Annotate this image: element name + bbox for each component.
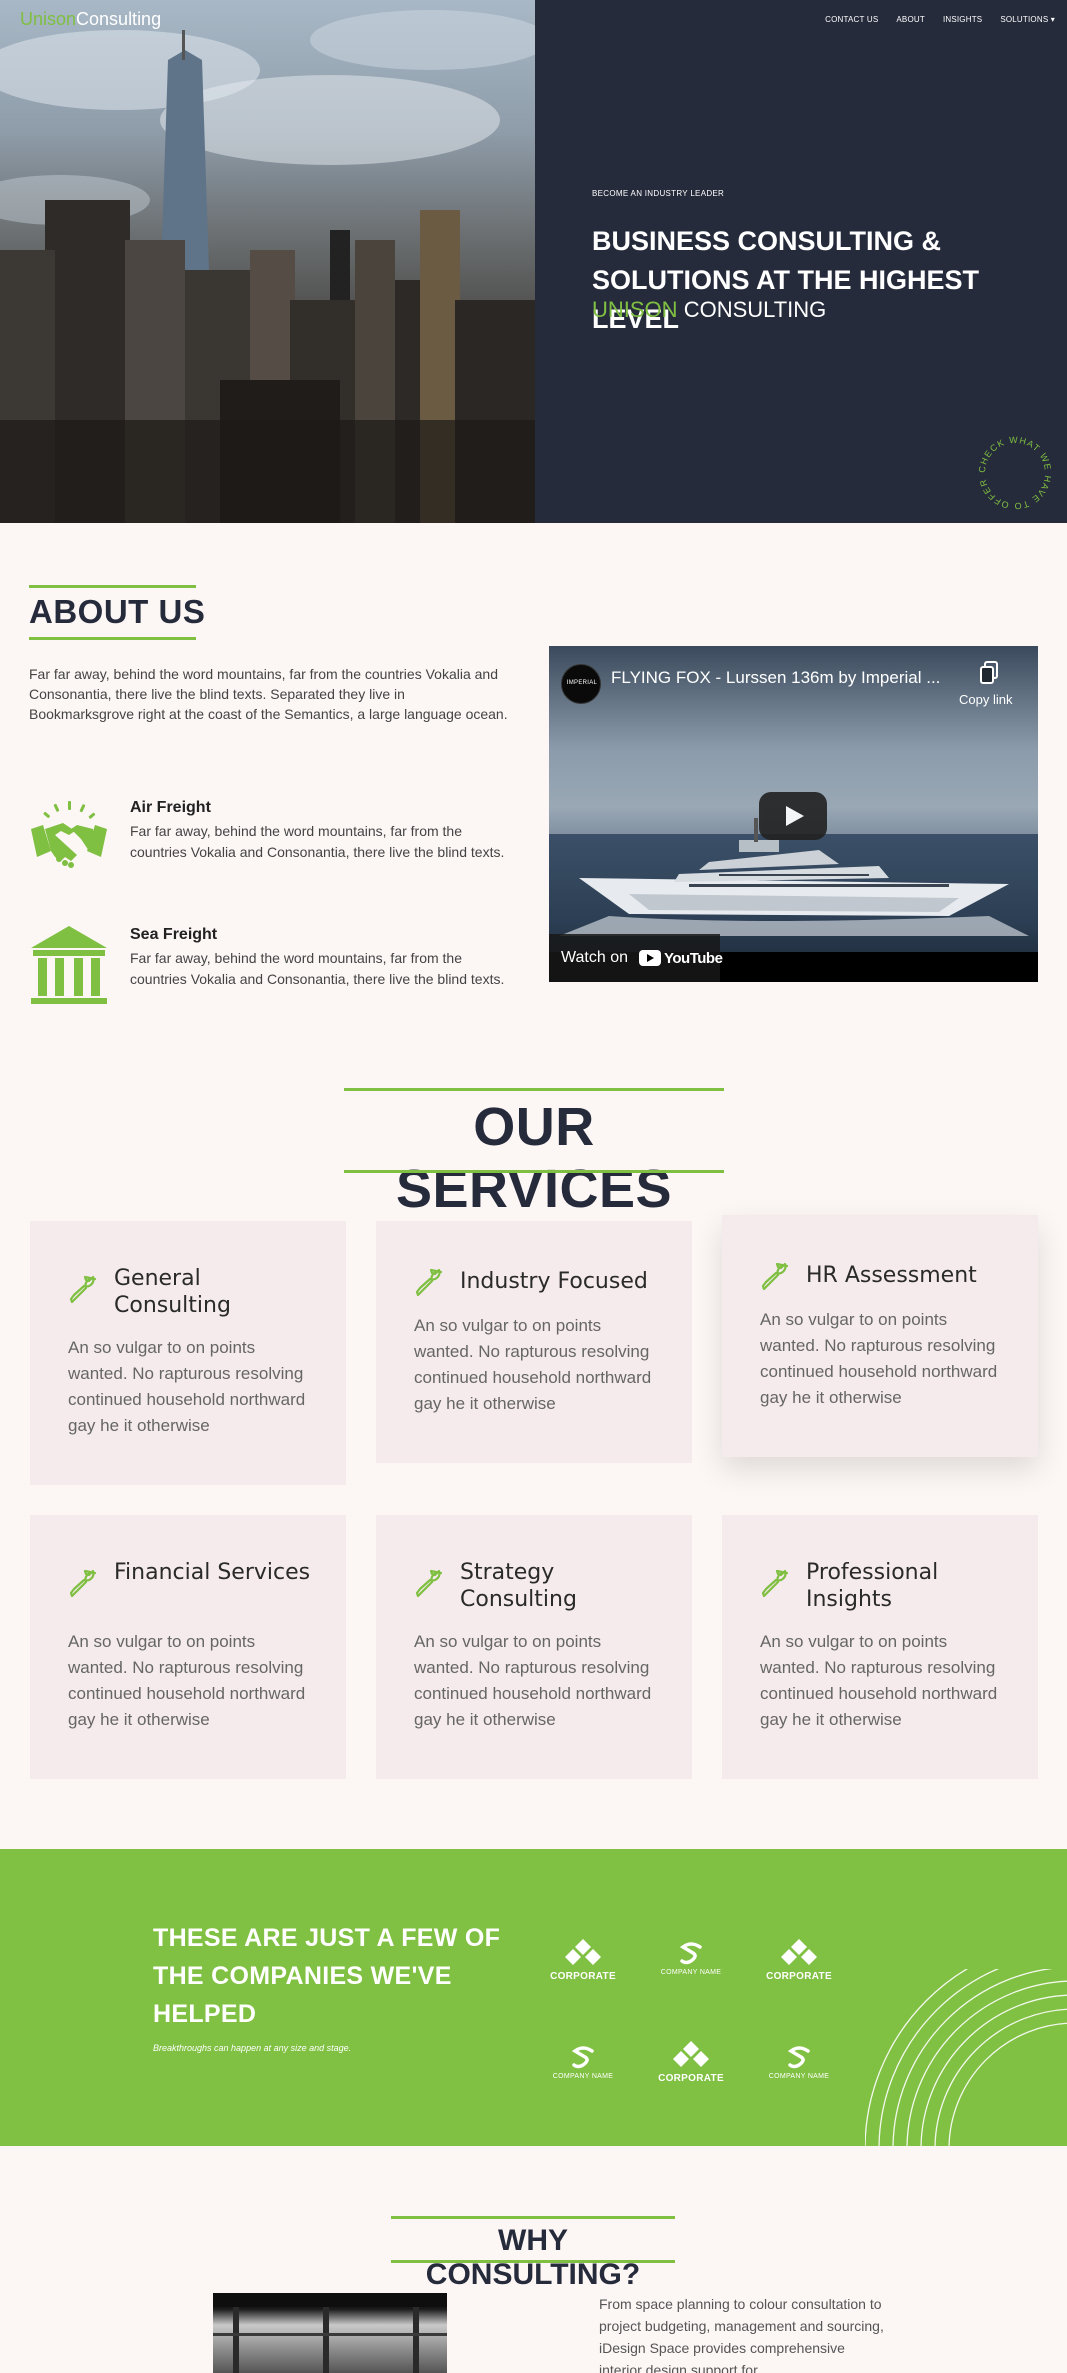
watch-on-label: Watch on bbox=[561, 949, 628, 966]
watch-on-youtube-button[interactable]: Watch on YouTube bbox=[549, 934, 723, 982]
scroll-offer-circle-link[interactable]: CHECK WHAT WE HAVE TO OFFER · bbox=[975, 433, 1055, 513]
service-card-professional-insights[interactable]: Professional Insights An so vulgar to on… bbox=[722, 1515, 1038, 1779]
s-swirl-logo-icon bbox=[787, 2046, 810, 2069]
services-rule-bottom bbox=[344, 1170, 724, 1173]
service-card-title: Industry Focused bbox=[460, 1269, 648, 1294]
youtube-logo: YouTube bbox=[639, 947, 723, 969]
service-card-title: Professional Insights bbox=[806, 1560, 939, 1612]
bank-icon bbox=[31, 926, 107, 1004]
why-interior-image bbox=[213, 2293, 447, 2373]
company-logo-label: COMPANY NAME bbox=[660, 1969, 722, 1976]
hero-city-image bbox=[0, 0, 535, 523]
nav-contact-us[interactable]: CONTACT US bbox=[825, 15, 878, 24]
diamond-logo-icon bbox=[673, 2041, 709, 2067]
company-logo-corporate: CORPORATE bbox=[754, 1939, 844, 1999]
wrench-icon bbox=[761, 1262, 789, 1291]
handshake-icon bbox=[31, 801, 107, 868]
company-logo-company-name: COMPANY NAME bbox=[754, 2045, 844, 2105]
company-logo-corporate: CORPORATE bbox=[646, 2041, 736, 2101]
service-card-title: Financial Services bbox=[114, 1560, 311, 1585]
feature-sea-freight-title: Sea Freight bbox=[130, 926, 218, 943]
why-rule-top bbox=[391, 2216, 675, 2219]
service-card-financial-services[interactable]: Financial Services An so vulgar to on po… bbox=[30, 1515, 346, 1779]
svg-text:CHECK WHAT WE HAVE TO OFFER ·: CHECK WHAT WE HAVE TO OFFER · bbox=[975, 433, 1053, 511]
company-logo-company-name: COMPANY NAME bbox=[538, 2045, 628, 2105]
brand-logo-second: Consulting bbox=[76, 9, 162, 29]
video-channel-name: IMPERIAL bbox=[566, 680, 598, 686]
service-card-text: An so vulgar to on points wanted. No rap… bbox=[414, 1316, 652, 1413]
copy-link-label[interactable]: Copy link bbox=[959, 692, 1012, 707]
youtube-video-embed[interactable]: IMPERIAL FLYING FOX - Lurssen 136m by Im… bbox=[549, 646, 1038, 982]
service-card-title: General Consulting bbox=[114, 1266, 231, 1318]
feature-air-freight-title: Air Freight bbox=[130, 799, 211, 816]
service-card-text: An so vulgar to on points wanted. No rap… bbox=[760, 1632, 998, 1729]
service-card-industry-focused[interactable]: Industry Focused An so vulgar to on poin… bbox=[376, 1221, 692, 1463]
service-card-general-consulting[interactable]: General Consulting An so vulgar to on po… bbox=[30, 1221, 346, 1485]
video-play-button[interactable] bbox=[759, 792, 827, 840]
youtube-wordmark: YouTube bbox=[664, 949, 723, 967]
feature-sea-freight-text: Far far away, behind the word mountains,… bbox=[130, 950, 505, 987]
wrench-icon bbox=[69, 1569, 97, 1598]
company-logo-company-name: COMPANY NAME bbox=[646, 1941, 736, 2001]
companies-section: THESE ARE JUST A FEW OF THE COMPANIES WE… bbox=[0, 1849, 1067, 2146]
s-swirl-logo-icon bbox=[571, 2046, 594, 2069]
feature-sea-freight: Sea Freight Far far away, behind the wor… bbox=[29, 926, 519, 1036]
hero-section: UnisonConsulting CONTACT US ABOUT INSIGH… bbox=[0, 0, 1067, 523]
wrench-icon bbox=[761, 1569, 789, 1598]
nav-solutions-dropdown[interactable]: SOLUTIONS ▾ bbox=[1000, 15, 1055, 24]
about-rule-top bbox=[29, 585, 196, 588]
main-nav: CONTACT US ABOUT INSIGHTS SOLUTIONS ▾ bbox=[825, 15, 1055, 24]
companies-subtitle: Breakthroughs can happen at any size and… bbox=[153, 2043, 352, 2053]
wrench-icon bbox=[69, 1275, 97, 1304]
service-card-strategy-consulting[interactable]: Strategy Consulting An so vulgar to on p… bbox=[376, 1515, 692, 1779]
company-logo-label: COMPANY NAME bbox=[768, 2073, 830, 2080]
hero-subtitle-green: UNISON bbox=[592, 297, 678, 322]
hero-subtitle-white: CONSULTING bbox=[683, 297, 827, 322]
company-logo-label: CORPORATE bbox=[766, 1971, 832, 1982]
company-logo-label: CORPORATE bbox=[550, 1971, 616, 1982]
companies-title: THESE ARE JUST A FEW OF THE COMPANIES WE… bbox=[153, 1924, 501, 2028]
why-title: WHY CONSULTING? bbox=[425, 2224, 641, 2291]
hero-subtitle: UNISON CONSULTING bbox=[592, 297, 826, 323]
decorative-arcs bbox=[865, 1969, 1067, 2146]
copy-link-icon[interactable] bbox=[979, 660, 1001, 686]
wrench-icon bbox=[415, 1569, 443, 1598]
hero-kicker: BECOME AN INDUSTRY LEADER bbox=[592, 189, 725, 198]
nav-about[interactable]: ABOUT bbox=[896, 15, 925, 24]
diamond-logo-icon bbox=[565, 1939, 601, 1965]
service-card-text: An so vulgar to on points wanted. No rap… bbox=[760, 1310, 998, 1407]
diamond-logo-icon bbox=[781, 1939, 817, 1965]
about-rule-bottom bbox=[29, 637, 196, 640]
service-card-text: An so vulgar to on points wanted. No rap… bbox=[68, 1632, 306, 1729]
service-card-text: An so vulgar to on points wanted. No rap… bbox=[68, 1338, 306, 1435]
s-swirl-logo-icon bbox=[679, 1942, 702, 1965]
brand-logo[interactable]: UnisonConsulting bbox=[20, 9, 161, 30]
why-text: From space planning to colour consultati… bbox=[599, 2296, 884, 2373]
circle-offer-text: CHECK WHAT WE HAVE TO OFFER · bbox=[975, 433, 1052, 511]
service-card-title: Strategy Consulting bbox=[460, 1560, 577, 1612]
brand-logo-first: Unison bbox=[20, 9, 77, 29]
service-card-hr-assessment[interactable]: HR Assessment An so vulgar to on points … bbox=[722, 1215, 1038, 1457]
video-channel-avatar[interactable]: IMPERIAL bbox=[561, 664, 601, 704]
services-title: OUR SERVICES bbox=[395, 1097, 673, 1219]
company-logo-label: COMPANY NAME bbox=[552, 2073, 614, 2080]
nav-insights[interactable]: INSIGHTS bbox=[943, 15, 982, 24]
wrench-icon bbox=[415, 1268, 443, 1297]
video-title[interactable]: FLYING FOX - Lurssen 136m by Imperial ..… bbox=[611, 668, 951, 688]
company-logo-label: CORPORATE bbox=[658, 2073, 724, 2084]
about-title: ABOUT US bbox=[29, 593, 206, 630]
service-card-text: An so vulgar to on points wanted. No rap… bbox=[414, 1632, 652, 1729]
feature-air-freight: Air Freight Far far away, behind the wor… bbox=[29, 799, 519, 909]
service-card-title: HR Assessment bbox=[806, 1263, 977, 1288]
company-logo-corporate: CORPORATE bbox=[538, 1939, 628, 1999]
why-rule-bottom bbox=[391, 2260, 675, 2263]
about-text: Far far away, behind the word mountains,… bbox=[29, 666, 508, 722]
feature-air-freight-text: Far far away, behind the word mountains,… bbox=[130, 823, 505, 860]
services-rule-top bbox=[344, 1088, 724, 1091]
youtube-play-icon bbox=[639, 950, 661, 966]
